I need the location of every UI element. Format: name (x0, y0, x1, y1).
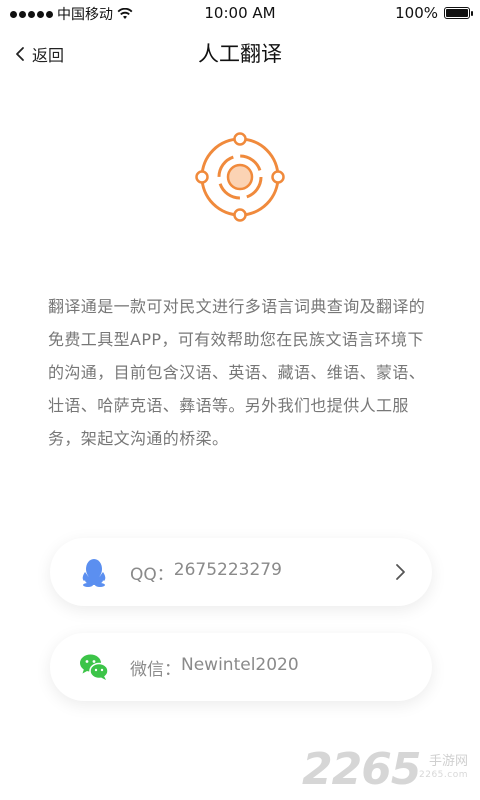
watermark-suffix: 手游网 (428, 754, 468, 769)
wechat-id: Newintel2020 (181, 655, 299, 675)
qq-number: 2675223279 (173, 560, 282, 580)
chevron-right-icon (396, 564, 405, 580)
qq-contact-card[interactable]: QQ： 2675223279 (50, 538, 432, 606)
qq-label: QQ： (130, 565, 174, 585)
battery-percent: 100% (395, 4, 438, 22)
battery-fill (446, 9, 468, 17)
watermark: 2265 手游网 2265.com (302, 744, 472, 795)
qq-contact-text: QQ： 2675223279 (130, 560, 282, 585)
wechat-icon (80, 654, 109, 680)
wechat-contact-text: 微信： Newintel2020 (130, 655, 299, 680)
status-bar: 中国移动 10:00 AM 100% (0, 0, 480, 26)
watermark-number: 2265 (302, 744, 421, 795)
qq-icon (82, 559, 106, 587)
translation-target-icon (195, 132, 285, 222)
watermark-url: 2265.com (419, 770, 468, 780)
page-title: 人工翻译 (198, 42, 282, 66)
status-right: 100% (395, 4, 473, 22)
intro-text: 翻译通是一款可对民文进行多语言词典查询及翻译的免费工具型APP，可有效帮助您在民… (48, 297, 426, 448)
battery-icon (444, 7, 473, 19)
wechat-contact-card[interactable]: 微信： Newintel2020 (50, 633, 432, 701)
wechat-label: 微信： (130, 660, 181, 680)
nav-bar: 返回 人工翻译 (0, 30, 480, 78)
